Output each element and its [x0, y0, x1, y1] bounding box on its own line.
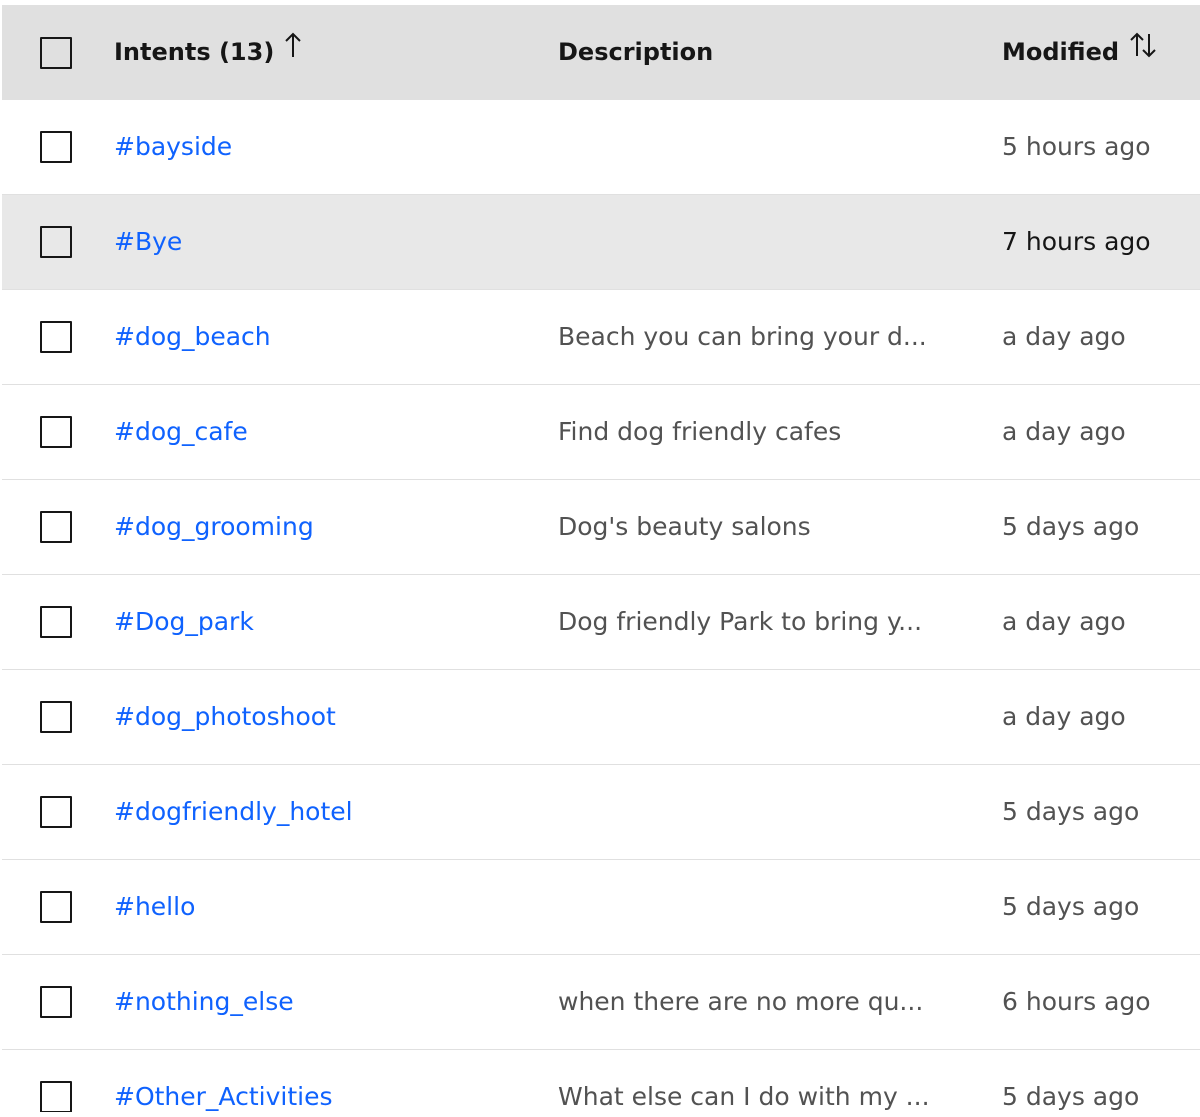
intent-description — [558, 765, 938, 859]
arrow-up-icon — [284, 5, 302, 97]
row-checkbox[interactable] — [40, 511, 72, 543]
intent-link[interactable]: #Bye — [114, 227, 182, 256]
table-row[interactable]: #dog_photoshoot a day ago — [2, 669, 1200, 764]
arrows-vertical-icon — [1129, 5, 1157, 97]
intents-column-header[interactable]: Intents (13) — [114, 5, 302, 99]
intent-description: Find dog friendly cafes — [558, 417, 842, 446]
table-row[interactable]: #Dog_park Dog friendly Park to bring y..… — [2, 574, 1200, 669]
intent-modified: 6 hours ago — [1002, 987, 1151, 1016]
intent-modified: a day ago — [1002, 607, 1126, 636]
intent-link[interactable]: #hello — [114, 892, 195, 921]
intents-header-label: Intents (13) — [114, 38, 275, 66]
table-row[interactable]: #bayside 5 hours ago — [2, 99, 1200, 194]
intent-modified: a day ago — [1002, 322, 1126, 351]
row-checkbox[interactable] — [40, 1081, 72, 1112]
row-checkbox[interactable] — [40, 796, 72, 828]
intent-modified: a day ago — [1002, 702, 1126, 731]
table-header: Intents (13) Description Modified — [2, 5, 1200, 99]
intent-modified: 5 days ago — [1002, 797, 1140, 826]
row-checkbox[interactable] — [40, 891, 72, 923]
intent-description: Beach you can bring your d... — [558, 322, 927, 351]
intent-modified: 5 days ago — [1002, 1082, 1140, 1111]
intent-link[interactable]: #dog_cafe — [114, 417, 248, 446]
intent-modified: 7 hours ago — [1002, 227, 1151, 256]
table-row[interactable]: #dog_cafe Find dog friendly cafes a day … — [2, 384, 1200, 479]
row-checkbox[interactable] — [40, 416, 72, 448]
description-column-header: Description — [558, 5, 938, 99]
intent-link[interactable]: #nothing_else — [114, 987, 294, 1016]
row-checkbox[interactable] — [40, 701, 72, 733]
intent-description: Dog friendly Park to bring y... — [558, 607, 923, 636]
modified-header-label: Modified — [1002, 38, 1120, 66]
intent-description — [558, 670, 938, 764]
row-checkbox[interactable] — [40, 321, 72, 353]
table-row[interactable]: #dogfriendly_hotel 5 days ago — [2, 764, 1200, 859]
row-checkbox[interactable] — [40, 606, 72, 638]
intent-modified: 5 days ago — [1002, 892, 1140, 921]
row-checkbox[interactable] — [40, 226, 72, 258]
intent-description: when there are no more qu... — [558, 987, 924, 1016]
intent-link[interactable]: #dog_photoshoot — [114, 702, 336, 731]
table-row[interactable]: #nothing_else when there are no more qu.… — [2, 954, 1200, 1049]
table-row[interactable]: #dog_grooming Dog's beauty salons 5 days… — [2, 479, 1200, 574]
row-checkbox[interactable] — [40, 986, 72, 1018]
intent-modified: 5 hours ago — [1002, 132, 1151, 161]
intents-table: Intents (13) Description Modified #baysi… — [2, 5, 1200, 1112]
intent-link[interactable]: #Other_Activities — [114, 1082, 332, 1111]
table-row[interactable]: #Other_Activities What else can I do wit… — [2, 1049, 1200, 1112]
intent-link[interactable]: #dog_grooming — [114, 512, 314, 541]
modified-column-header[interactable]: Modified — [1002, 5, 1157, 99]
intent-link[interactable]: #Dog_park — [114, 607, 254, 636]
intent-link[interactable]: #dog_beach — [114, 322, 271, 351]
intent-modified: a day ago — [1002, 417, 1126, 446]
intent-link[interactable]: #dogfriendly_hotel — [114, 797, 353, 826]
intent-description: What else can I do with my ... — [558, 1082, 930, 1111]
table-row[interactable]: #Bye 7 hours ago — [2, 194, 1200, 289]
table-row[interactable]: #hello 5 days ago — [2, 859, 1200, 954]
intent-description — [558, 195, 938, 289]
intent-description: Dog's beauty salons — [558, 512, 811, 541]
intent-description — [558, 100, 938, 194]
row-checkbox[interactable] — [40, 131, 72, 163]
intent-modified: 5 days ago — [1002, 512, 1140, 541]
select-all-checkbox[interactable] — [40, 37, 72, 69]
intent-link[interactable]: #bayside — [114, 132, 232, 161]
intent-description — [558, 860, 938, 954]
description-header-label: Description — [558, 38, 714, 66]
table-row[interactable]: #dog_beach Beach you can bring your d...… — [2, 289, 1200, 384]
